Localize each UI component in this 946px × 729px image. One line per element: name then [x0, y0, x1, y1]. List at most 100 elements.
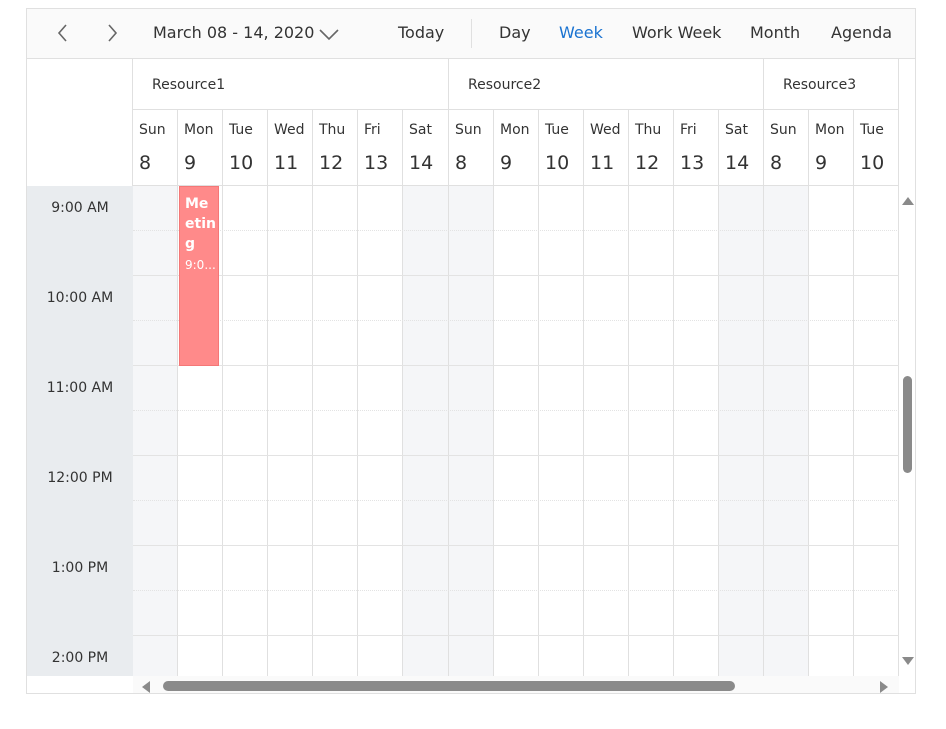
day-header[interactable]: Mon 9: [178, 110, 223, 185]
day-column[interactable]: [539, 186, 584, 676]
day-name: Wed: [590, 122, 621, 138]
day-header[interactable]: Tue 10: [223, 110, 268, 185]
day-column[interactable]: [494, 186, 539, 676]
scheduler: March 08 - 14, 2020 Today Day Week Work …: [26, 8, 916, 694]
day-header[interactable]: Sun 8: [764, 110, 809, 185]
day-column[interactable]: [223, 186, 268, 676]
day-name: Sun: [455, 122, 482, 138]
vertical-scrollbar[interactable]: [899, 186, 915, 676]
half-hour-line: [133, 500, 899, 501]
appointment[interactable]: Meeting 9:0...: [179, 186, 219, 366]
day-header[interactable]: Sat 14: [403, 110, 449, 185]
day-number[interactable]: 9: [815, 152, 827, 174]
day-column[interactable]: [403, 186, 449, 676]
day-header[interactable]: Thu 12: [629, 110, 674, 185]
day-number[interactable]: 10: [545, 152, 569, 174]
view-day-button[interactable]: Day: [499, 23, 531, 42]
day-column[interactable]: [268, 186, 313, 676]
calendar-grid[interactable]: Meeting 9:0...: [133, 186, 899, 676]
day-number[interactable]: 14: [725, 152, 749, 174]
chevron-down-icon: [319, 29, 339, 41]
day-header[interactable]: Mon 9: [494, 110, 539, 185]
appointment-subject: Meeting: [185, 196, 216, 252]
resource-name: Resource3: [783, 77, 857, 93]
day-column[interactable]: [854, 186, 899, 676]
day-number[interactable]: 9: [500, 152, 512, 174]
day-column[interactable]: [809, 186, 854, 676]
time-label: 12:00 PM: [47, 470, 113, 486]
horizontal-scrollbar[interactable]: [133, 676, 899, 693]
day-header[interactable]: Thu 12: [313, 110, 358, 185]
day-header[interactable]: Fri 13: [358, 110, 403, 185]
day-number[interactable]: 10: [229, 152, 253, 174]
day-header[interactable]: Wed 11: [584, 110, 629, 185]
day-header[interactable]: Wed 11: [268, 110, 313, 185]
day-name: Sat: [725, 122, 748, 138]
header-corner: [27, 59, 133, 186]
day-column[interactable]: [133, 186, 178, 676]
day-number[interactable]: 8: [770, 152, 782, 174]
header-scroll-gutter: [899, 59, 915, 186]
date-header: Resource1 Resource2 Resource3 Sun 8 Mon 9 …: [133, 59, 899, 186]
day-number[interactable]: 14: [409, 152, 433, 174]
day-number[interactable]: 11: [274, 152, 298, 174]
date-dropdown-button[interactable]: [319, 26, 339, 45]
day-name: Fri: [680, 122, 697, 138]
next-button[interactable]: [100, 21, 124, 45]
horizontal-scroll-thumb[interactable]: [163, 681, 735, 691]
half-hour-line: [133, 230, 899, 231]
time-label: 10:00 AM: [46, 290, 114, 306]
day-column[interactable]: [358, 186, 403, 676]
day-name: Sun: [770, 122, 797, 138]
day-name: Mon: [815, 122, 845, 138]
day-number[interactable]: 13: [364, 152, 388, 174]
day-header[interactable]: Sat 14: [719, 110, 764, 185]
day-column[interactable]: [584, 186, 629, 676]
view-week-button[interactable]: Week: [559, 23, 603, 42]
day-name: Tue: [860, 122, 884, 138]
view-work-week-button[interactable]: Work Week: [632, 23, 721, 42]
day-number[interactable]: 11: [590, 152, 614, 174]
day-header[interactable]: Sun 8: [449, 110, 494, 185]
date-range[interactable]: March 08 - 14, 2020: [153, 23, 314, 42]
day-header[interactable]: Tue 10: [854, 110, 899, 185]
triangle-left-icon[interactable]: [141, 681, 151, 693]
toolbar: March 08 - 14, 2020 Today Day Week Work …: [27, 9, 915, 59]
day-number[interactable]: 8: [455, 152, 467, 174]
triangle-down-icon[interactable]: [902, 656, 914, 666]
vertical-scroll-thumb[interactable]: [903, 376, 912, 473]
day-name: Tue: [229, 122, 253, 138]
hour-line: [133, 455, 899, 456]
day-column[interactable]: [764, 186, 809, 676]
view-agenda-button[interactable]: Agenda: [831, 23, 892, 42]
time-label: 9:00 AM: [51, 200, 109, 216]
day-number[interactable]: 9: [184, 152, 196, 174]
day-column[interactable]: [629, 186, 674, 676]
today-button[interactable]: Today: [398, 23, 444, 42]
day-column[interactable]: [449, 186, 494, 676]
triangle-right-icon[interactable]: [879, 681, 889, 693]
time-label: 1:00 PM: [51, 560, 109, 576]
day-number[interactable]: 13: [680, 152, 704, 174]
day-header[interactable]: Sun 8: [133, 110, 178, 185]
hour-line: [133, 365, 899, 366]
prev-button[interactable]: [51, 21, 75, 45]
view-month-button[interactable]: Month: [750, 23, 800, 42]
half-hour-line: [133, 410, 899, 411]
day-number[interactable]: 10: [860, 152, 884, 174]
day-number[interactable]: 12: [319, 152, 343, 174]
day-number[interactable]: 12: [635, 152, 659, 174]
day-header[interactable]: Tue 10: [539, 110, 584, 185]
day-name: Sat: [409, 122, 432, 138]
day-number[interactable]: 8: [139, 152, 151, 174]
day-column[interactable]: [674, 186, 719, 676]
scroll-corner: [27, 676, 133, 693]
toolbar-separator: [471, 19, 472, 48]
day-header[interactable]: Mon 9: [809, 110, 854, 185]
day-header[interactable]: Fri 13: [674, 110, 719, 185]
day-column[interactable]: [719, 186, 764, 676]
triangle-up-icon[interactable]: [902, 196, 914, 206]
appointment-time: 9:0...: [185, 258, 216, 272]
day-column[interactable]: [313, 186, 358, 676]
resource-header-1: Resource1: [133, 59, 449, 110]
